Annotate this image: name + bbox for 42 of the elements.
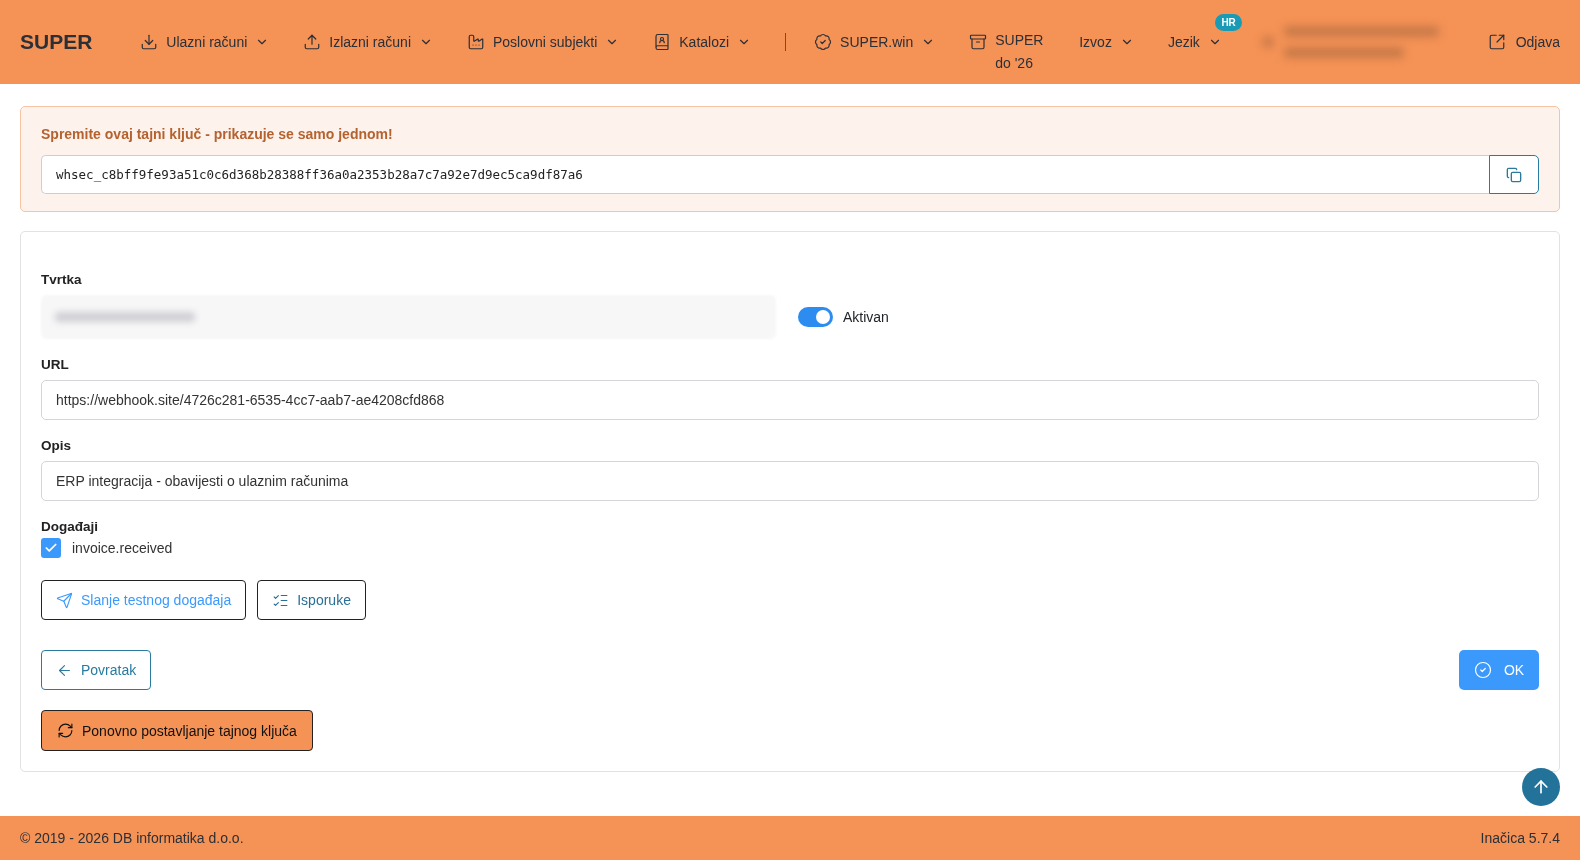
- upload-icon: [303, 33, 322, 51]
- factory-icon: [467, 33, 485, 51]
- nav-menu-item[interactable]: Ulazni računi: [140, 33, 270, 51]
- check-icon: [44, 541, 58, 555]
- copy-icon: [1506, 166, 1522, 183]
- company-field[interactable]: [41, 295, 776, 339]
- deliveries-button[interactable]: Isporuke: [257, 580, 366, 620]
- field-label: Događaji: [41, 519, 99, 534]
- contact-book-icon: [653, 33, 672, 51]
- copyright-text: © 2019 - 2026 DB informatika d.o.o.: [20, 830, 244, 846]
- toggle-label: Aktivan: [843, 309, 889, 325]
- nav-menu-item[interactable]: Izlazni računi: [303, 33, 433, 51]
- active-toggle[interactable]: [798, 307, 833, 327]
- version-text: Inačica 5.7.4: [1480, 830, 1560, 846]
- nav-menu-item[interactable]: SUPER.win: [814, 33, 936, 51]
- external-link-icon: [1487, 33, 1506, 51]
- url-field[interactable]: https://webhook.site/4726c281-6535-4cc7-aab7-ae4208cfd868: [41, 380, 1539, 420]
- scroll-top-button[interactable]: [1522, 768, 1560, 806]
- send-icon: [56, 591, 73, 609]
- alert-message: Spremite ovaj tajni ključ - prikazuje se samo jednom!: [41, 126, 394, 142]
- nav-menu-item[interactable]: Katalozi: [653, 33, 752, 51]
- language-badge: HR: [1215, 14, 1242, 31]
- checkbox-label: invoice.received: [72, 540, 173, 556]
- description-field[interactable]: ERP integracija - obavijesti o ulaznim računima: [41, 461, 1539, 501]
- field-label: Opis: [41, 438, 72, 453]
- reset-secret-button[interactable]: Ponovno postavljanje tajnog ključa: [41, 710, 313, 751]
- nav-menu-item[interactable]: Izvoz: [1079, 34, 1134, 50]
- event-checkbox[interactable]: [41, 538, 61, 558]
- badge-check-icon: [814, 33, 833, 51]
- field-label: Tvrtka: [41, 272, 83, 287]
- logout-link[interactable]: Odjava: [1487, 33, 1560, 51]
- nav-menu-item[interactable]: Poslovni subjekti: [467, 33, 620, 51]
- secret-field[interactable]: whsec_c8bff9fe93a51c0c6d368b28388ff36a0a2353b28a7c7a92e7d9ec5ca9df87a6: [41, 155, 1489, 194]
- copy-button[interactable]: [1489, 155, 1539, 194]
- refresh-icon: [57, 722, 74, 739]
- back-button[interactable]: Povratak: [41, 650, 152, 690]
- check-circle-icon: [1473, 661, 1492, 679]
- archive-icon: [969, 33, 988, 51]
- field-label: URL: [41, 357, 70, 372]
- brand-logo[interactable]: SUPER: [20, 30, 93, 54]
- download-icon: [140, 33, 159, 51]
- nav-menu-item[interactable]: SUPER do '26: [969, 9, 1046, 75]
